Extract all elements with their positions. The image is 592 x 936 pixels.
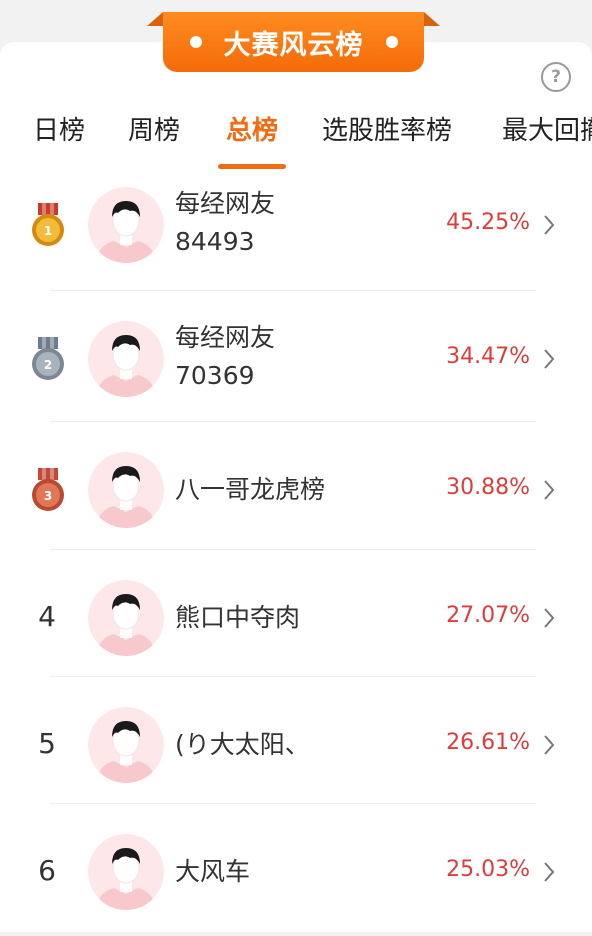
return-percentage: 26.61% (446, 730, 530, 755)
ranking-row[interactable]: 5 (り大太阳、 26.61% (0, 681, 592, 809)
chevron-right-icon[interactable] (542, 478, 556, 502)
tab-weekly[interactable]: 周榜 (128, 108, 180, 156)
rank-number: 5 (38, 727, 56, 760)
chevron-right-icon[interactable] (542, 347, 556, 371)
banner-fold-left (147, 12, 163, 26)
user-name-line1: 大风车 (175, 857, 251, 886)
user-name: 每经网友 84493 (175, 185, 275, 261)
banner-dot-right (385, 36, 398, 48)
tab-overall[interactable]: 总榜 (226, 108, 278, 156)
medal-rank-number: 3 (44, 489, 52, 503)
ranking-row[interactable]: 6 大风车 25.03% (0, 808, 592, 936)
default-avatar-icon (88, 834, 164, 910)
user-name-line1: 每经网友 (175, 189, 276, 218)
tab-daily[interactable]: 日榜 (33, 108, 85, 156)
rank-number: 4 (38, 600, 56, 633)
medal-rank-number: 2 (44, 358, 52, 372)
title-banner: 大赛风云榜 (147, 12, 440, 74)
tab-win-rate[interactable]: 选股胜率榜 (322, 108, 452, 156)
default-avatar-icon (88, 321, 164, 397)
banner-dot-left (189, 36, 202, 48)
banner-fold-right (424, 12, 440, 26)
user-name-line1: 熊口中夺肉 (175, 603, 301, 632)
row-divider (50, 803, 536, 804)
row-divider (50, 290, 536, 291)
banner-body: 大赛风云榜 (163, 12, 424, 72)
user-name: 八一哥龙虎榜 (175, 471, 325, 509)
return-percentage: 25.03% (446, 857, 530, 882)
user-name-line1: 八一哥龙虎榜 (175, 475, 326, 504)
chevron-right-icon[interactable] (542, 860, 556, 884)
return-percentage: 34.47% (446, 344, 530, 369)
ranking-row[interactable]: 1 每经网友 84493 45.25% (0, 161, 592, 289)
medal-rank-number: 1 (44, 224, 52, 238)
return-percentage: 27.07% (446, 603, 530, 628)
medal-icon: 2 (30, 337, 66, 383)
medal-icon: 3 (30, 468, 66, 514)
row-divider (50, 676, 536, 677)
default-avatar-icon (88, 187, 164, 263)
user-name-line1: 每经网友 (175, 323, 276, 352)
user-name-line2: 70369 (175, 361, 255, 390)
chevron-right-icon[interactable] (542, 733, 556, 757)
row-divider (50, 549, 536, 550)
user-name: 大风车 (175, 853, 250, 891)
chevron-right-icon[interactable] (542, 213, 556, 237)
user-name-line1: (り大太阳、 (175, 730, 310, 759)
return-percentage: 30.88% (446, 475, 530, 500)
ranking-row[interactable]: 4 熊口中夺肉 27.07% (0, 554, 592, 682)
tab-max-drawdown[interactable]: 最大回撤 (502, 108, 592, 156)
rank-number: 6 (38, 854, 56, 887)
default-avatar-icon (88, 707, 164, 783)
user-name: 熊口中夺肉 (175, 599, 300, 637)
chevron-right-icon[interactable] (542, 606, 556, 630)
user-name: (り大太阳、 (175, 726, 310, 764)
return-percentage: 45.25% (446, 210, 530, 235)
ranking-row[interactable]: 2 每经网友 70369 34.47% (0, 295, 592, 423)
user-name: 每经网友 70369 (175, 319, 275, 395)
row-divider (50, 421, 536, 422)
help-icon[interactable]: ? (541, 62, 571, 92)
banner-title: 大赛风云榜 (223, 29, 364, 61)
ranking-row[interactable]: 3 八一哥龙虎榜 30.88% (0, 426, 592, 554)
medal-icon: 1 (30, 203, 66, 249)
default-avatar-icon (88, 452, 164, 528)
default-avatar-icon (88, 580, 164, 656)
user-name-line2: 84493 (175, 227, 255, 256)
